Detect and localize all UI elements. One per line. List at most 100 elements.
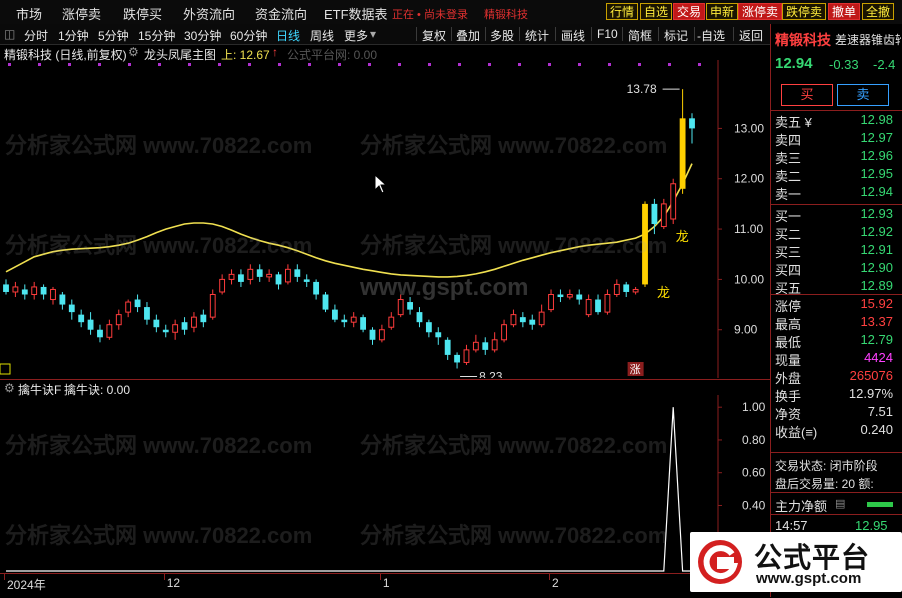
candle-body — [238, 274, 244, 282]
stat-row[interactable]: 最低 12.79 — [775, 332, 899, 350]
candle-body — [510, 314, 517, 326]
up-arrow-icon: ↑ — [272, 45, 278, 59]
dragon-signal-label: 龙 — [676, 230, 689, 245]
candle-body — [651, 203, 658, 225]
ask-row[interactable]: 卖五 ¥ 12.98 — [775, 112, 899, 130]
ask-row[interactable]: 卖三 12.96 — [775, 148, 899, 166]
top-marker-dot — [428, 63, 431, 66]
menu-capital-flow[interactable]: 资金流向 — [255, 4, 307, 23]
candle-body — [613, 283, 620, 296]
tool-overlay[interactable]: 叠加 — [456, 27, 480, 44]
tool-back[interactable]: 返回 — [739, 27, 763, 44]
tool-f10[interactable]: F10 — [597, 27, 618, 41]
ask-label: 卖三 — [775, 151, 802, 166]
quick-btn-trade[interactable]: 交易 — [673, 3, 706, 20]
candle-body — [97, 329, 103, 338]
tool-mark[interactable]: 标记 — [664, 27, 688, 44]
ask-value: 12.97 — [860, 130, 893, 145]
menu-foreign-flow[interactable]: 外资流向 — [183, 4, 235, 23]
sub-gear-icon[interactable]: ⚙ — [4, 381, 15, 395]
tool-stats[interactable]: 统计 — [525, 27, 549, 44]
quote-subtitle: 差速器锥齿轮 — [835, 33, 901, 47]
main-flow-icon[interactable]: ▤ — [835, 497, 845, 510]
quick-btn-watchlist[interactable]: 自选 — [640, 3, 673, 20]
candle-body — [670, 183, 677, 220]
period-tab-5min[interactable]: 5分钟 — [98, 27, 129, 44]
period-tab-weekly[interactable]: 周线 — [310, 27, 334, 44]
stat-row[interactable]: 收益(≡) 0.240 — [775, 422, 899, 440]
stat-row[interactable]: 最高 13.37 — [775, 314, 899, 332]
tool-adjust[interactable]: 复权 — [422, 27, 446, 44]
bid-value: 12.89 — [860, 278, 893, 293]
stat-row[interactable]: 涨停 15.92 — [775, 296, 899, 314]
quick-btn-ipo[interactable]: 申新 — [706, 3, 739, 20]
tool-simple-frame[interactable]: 简框 — [628, 27, 652, 44]
indicator-gear-icon[interactable]: ⚙ — [128, 45, 139, 59]
stat-label: 收益(≡) — [775, 425, 818, 440]
quick-btn-quote[interactable]: 行情 — [606, 3, 639, 20]
menu-etf-table[interactable]: ETF数据表 — [324, 4, 388, 23]
panel-toggle-icon[interactable]: ◫ — [4, 27, 15, 41]
candle-body — [538, 311, 545, 326]
top-marker-dot — [308, 63, 311, 66]
tool-draw[interactable]: 画线 — [561, 27, 585, 44]
ask-label: 卖一 — [775, 187, 802, 202]
period-tab-more[interactable]: 更多 — [344, 27, 368, 44]
candle-body — [115, 314, 122, 326]
buy-button[interactable]: 买 — [781, 84, 833, 106]
period-tab-daily[interactable]: 日线 — [276, 27, 300, 44]
watermark-url: www.gspt.com — [360, 274, 529, 301]
candle-body — [40, 286, 47, 295]
stat-label: 现量 — [775, 353, 802, 368]
quick-btn-cancel[interactable]: 撤单 — [828, 3, 861, 20]
top-marker-dot — [368, 63, 371, 66]
toolbar-divider — [733, 27, 734, 41]
logo-g-icon — [698, 540, 742, 584]
period-tab-intraday[interactable]: 分时 — [24, 27, 48, 44]
ask-row[interactable]: 卖一 12.94 — [775, 184, 899, 202]
chart-header: 精锻科技 (日线,前复权) ⚙ 龙头凤尾主图 上: 12.67 ↑ 公式平台网:… — [0, 45, 770, 62]
quick-btn-limit-down-sell[interactable]: 跌停卖 — [782, 3, 827, 20]
sub-tick-label: 0.60 — [742, 466, 766, 480]
bid-value: 12.90 — [860, 260, 893, 275]
period-tab-60min[interactable]: 60分钟 — [230, 27, 267, 44]
tool-remove-watchlist[interactable]: -自选 — [697, 27, 725, 44]
menu-market[interactable]: 市场 — [16, 4, 42, 23]
period-tab-1min[interactable]: 1分钟 — [58, 27, 89, 44]
candle-body — [219, 278, 226, 293]
bid-row[interactable]: 买四 12.90 — [775, 260, 899, 278]
menu-limit-up-sell[interactable]: 涨停卖 — [62, 4, 101, 23]
candle-body — [360, 317, 367, 330]
toolbar-divider — [451, 27, 452, 41]
watermark-text: 分析家公式网 www.70822.com — [360, 133, 668, 158]
candle-body — [472, 341, 479, 351]
sell-button[interactable]: 卖 — [837, 84, 889, 106]
candle-body — [134, 299, 141, 308]
bid-row[interactable]: 买二 12.92 — [775, 224, 899, 242]
bid-row[interactable]: 买一 12.93 — [775, 206, 899, 224]
ask-label: 卖二 — [775, 169, 802, 184]
menu-limit-down-buy[interactable]: 跌停买 — [123, 4, 162, 23]
stat-row[interactable]: 外盘 265076 — [775, 368, 899, 386]
ask-row[interactable]: 卖二 12.95 — [775, 166, 899, 184]
main-candlestick-chart[interactable]: 9.0010.0011.0012.0013.0013.788.23龙龙涨 — [0, 60, 770, 378]
period-tab-15min[interactable]: 15分钟 — [138, 27, 175, 44]
ask-row[interactable]: 卖四 12.97 — [775, 130, 899, 148]
date-tick-mark — [163, 574, 165, 580]
period-tab-30min[interactable]: 30分钟 — [184, 27, 221, 44]
stat-label: 最高 — [775, 317, 802, 332]
candle-body — [407, 302, 413, 310]
stat-row[interactable]: 换手 12.97% — [775, 386, 899, 404]
more-dropdown-icon[interactable]: ▾ — [370, 27, 376, 41]
quick-btn-cancel-all[interactable]: 全撤 — [862, 3, 895, 20]
stat-row[interactable]: 净资 7.51 — [775, 404, 899, 422]
top-marker-dot — [518, 63, 521, 66]
tool-multi-stock[interactable]: 多股 — [490, 27, 514, 44]
bid-row[interactable]: 买三 12.91 — [775, 242, 899, 260]
top-marker-dot — [98, 63, 101, 66]
quick-btn-limit-sell[interactable]: 涨停卖 — [738, 3, 783, 20]
bid-label: 买三 — [775, 245, 802, 260]
toolbar-divider — [658, 27, 659, 41]
stat-row[interactable]: 现量 4424 — [775, 350, 899, 368]
candle-body — [369, 329, 376, 340]
